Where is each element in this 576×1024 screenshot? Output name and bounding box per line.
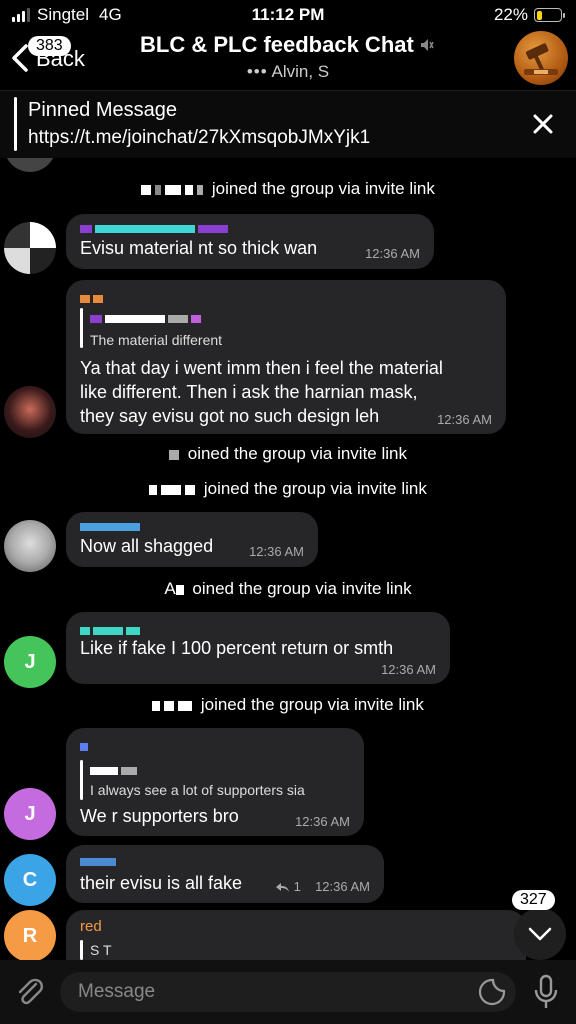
chat-title: BLC & PLC feedback Chat <box>140 32 414 57</box>
message-bubble[interactable]: Like if fake I 100 percent return or smt… <box>66 612 450 684</box>
message-time: 12:36 AM <box>295 814 350 829</box>
sender-name <box>80 290 106 306</box>
quote-sender <box>90 310 204 326</box>
status-bar: Singtel 4G 11:12 PM 22% <box>0 0 576 30</box>
message-composer <box>0 960 576 1024</box>
service-message: joined the group via invite link <box>0 695 576 715</box>
message-time: 12:36 AM <box>315 879 370 894</box>
message-bubble[interactable]: The material different Ya that day i wen… <box>66 280 506 434</box>
quote-text: The material different <box>90 332 223 348</box>
reply-quote[interactable]: S T <box>80 940 280 960</box>
sender-name <box>80 220 231 236</box>
sender-name <box>80 853 119 869</box>
reply-quote[interactable]: I always see a lot of supporters sia <box>80 760 350 802</box>
message-text: Evisu material nt so thick wan <box>80 238 318 258</box>
quote-sender <box>90 762 140 778</box>
avatar-letter: C <box>22 868 38 891</box>
avatar[interactable] <box>4 520 56 572</box>
avatar[interactable]: C <box>4 854 56 906</box>
avatar[interactable]: J <box>4 636 56 688</box>
sticker-icon[interactable] <box>478 978 506 1006</box>
typing-dots-icon: ••• <box>246 62 268 81</box>
message-bubble[interactable]: I always see a lot of supporters sia We … <box>66 728 364 836</box>
message-time: 12:36 AM <box>365 246 420 261</box>
message-time: 12:36 AM <box>381 662 436 677</box>
message-text: Ya that day i went imm then i feel the m… <box>80 358 443 378</box>
message-text: like different. Then i ask the harnian m… <box>80 382 418 402</box>
chat-subtitle: ••• Alvin, S <box>0 62 576 82</box>
service-text: joined the group via invite link <box>211 179 435 198</box>
quote-bar <box>80 308 83 348</box>
avatar-letter: R <box>22 924 38 947</box>
pinned-message-bar[interactable]: Pinned Message https://t.me/joinchat/27k… <box>0 90 576 158</box>
message-input[interactable] <box>60 972 516 1012</box>
service-message: A oined the group via invite link <box>0 579 576 599</box>
pinned-indicator <box>14 97 17 151</box>
scroll-to-bottom-button[interactable]: 327 <box>512 890 566 960</box>
sender-name <box>80 738 91 754</box>
avatar[interactable] <box>4 222 56 274</box>
gavel-icon <box>524 43 558 75</box>
avatar-letter: J <box>24 802 36 825</box>
sender-name <box>80 518 143 534</box>
service-text: oined the group via invite link <box>192 579 412 598</box>
avatar[interactable] <box>4 158 56 172</box>
message-text: Like if fake I 100 percent return or smt… <box>80 638 394 658</box>
message-time: 12:36 AM <box>437 412 492 427</box>
reply-quote[interactable]: The material different <box>80 308 380 350</box>
quote-bar <box>80 940 83 960</box>
quote-text: I always see a lot of supporters sia <box>90 782 305 798</box>
chat-title-area[interactable]: BLC & PLC feedback Chat <box>140 32 434 58</box>
unread-count-badge: 383 <box>28 36 71 56</box>
message-bubble[interactable]: Evisu material nt so thick wan 12:36 AM <box>66 214 434 269</box>
service-text: joined the group via invite link <box>200 695 424 714</box>
battery-fill <box>536 10 542 20</box>
avatar-letter: J <box>24 650 36 673</box>
service-text: joined the group via invite link <box>203 479 427 498</box>
reply-count-value: 1 <box>293 879 301 894</box>
pinned-link[interactable]: https://t.me/joinchat/27kXmsqobJMxYjk1 <box>28 127 370 149</box>
avatar[interactable]: R <box>4 910 56 960</box>
message-time: 12:36 AM <box>249 544 304 559</box>
chevron-down-icon <box>528 927 552 941</box>
message-text: their evisu is all fake <box>80 873 243 893</box>
message-text: We r supporters bro <box>80 806 239 826</box>
message-list[interactable]: joined the group via invite link Evisu m… <box>0 158 576 960</box>
message-bubble[interactable]: Now all shagged 12:36 AM <box>66 512 318 567</box>
message-bubble[interactable]: red S T <box>66 910 526 960</box>
service-message: joined the group via invite link <box>0 179 576 199</box>
reply-arrow-icon <box>276 882 289 892</box>
clock: 11:12 PM <box>251 5 325 24</box>
message-text: they say evisu got no such design leh <box>80 406 380 426</box>
service-message: joined the group via invite link <box>0 479 576 499</box>
group-avatar[interactable] <box>514 31 568 85</box>
pinned-title: Pinned Message <box>28 99 177 121</box>
close-icon[interactable] <box>530 111 556 137</box>
message-text: Now all shagged <box>80 536 214 556</box>
quote-text: S T <box>90 942 112 958</box>
avatar[interactable]: J <box>4 788 56 840</box>
microphone-icon[interactable] <box>532 974 560 1010</box>
reply-count[interactable]: 1 <box>276 879 301 894</box>
service-prefix: A <box>164 579 176 598</box>
unread-messages-badge: 327 <box>512 890 555 910</box>
service-message: oined the group via invite link <box>0 444 576 464</box>
service-text: oined the group via invite link <box>187 444 407 463</box>
mute-icon <box>420 39 434 51</box>
battery-percent: 22% <box>493 5 528 24</box>
chat-header: Back 383 BLC & PLC feedback Chat ••• Alv… <box>0 28 576 90</box>
battery-icon <box>534 8 565 22</box>
message-bubble[interactable]: their evisu is all fake 1 12:36 AM <box>66 845 384 903</box>
avatar[interactable] <box>4 386 56 438</box>
typing-user: Alvin, S <box>271 62 330 81</box>
sender-name: red <box>80 918 102 935</box>
paperclip-icon[interactable] <box>14 976 46 1008</box>
quote-bar <box>80 760 83 800</box>
